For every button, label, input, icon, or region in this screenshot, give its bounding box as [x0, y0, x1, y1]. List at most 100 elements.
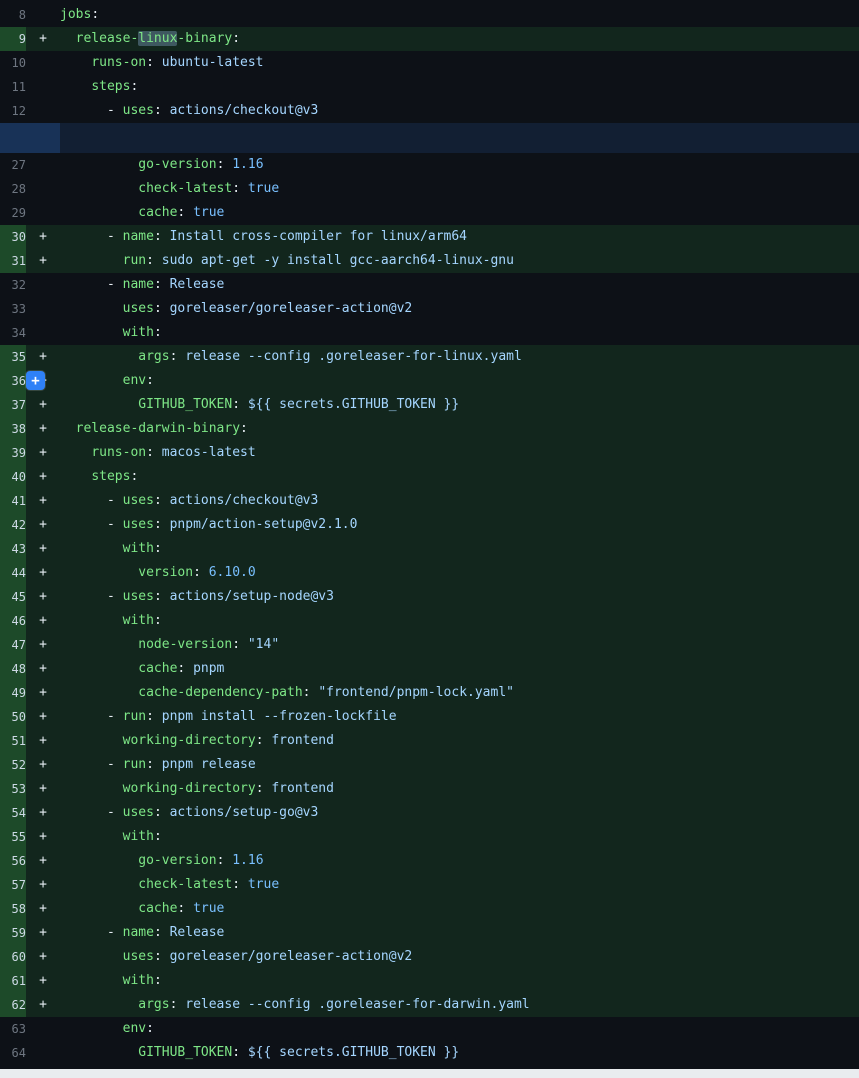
- code-token: [60, 949, 123, 964]
- code-token: :: [256, 781, 272, 796]
- code-token: :: [232, 877, 248, 892]
- line-number[interactable]: 57: [0, 873, 26, 897]
- line-number[interactable]: 61: [0, 969, 26, 993]
- diff-line: 57+ check-latest: true: [0, 873, 859, 897]
- code-token: go-version: [138, 853, 216, 868]
- code-token: :: [154, 325, 162, 340]
- line-number[interactable]: 42: [0, 513, 26, 537]
- diff-line: 45+ - uses: actions/setup-node@v3: [0, 585, 859, 609]
- code-line: run: sudo apt-get -y install gcc-aarch64…: [60, 249, 859, 273]
- code-token: working-directory: [123, 781, 256, 796]
- code-line: with:: [60, 609, 859, 633]
- code-token: [60, 853, 138, 868]
- diff-line: 27 go-version: 1.16: [0, 153, 859, 177]
- code-token: 6.10.0: [209, 565, 256, 580]
- line-number[interactable]: 62: [0, 993, 26, 1017]
- diff-marker: +: [26, 27, 60, 51]
- line-number[interactable]: 48: [0, 657, 26, 681]
- line-number[interactable]: 32: [0, 273, 26, 297]
- code-token: :: [146, 709, 162, 724]
- line-number[interactable]: 52: [0, 753, 26, 777]
- line-number[interactable]: 8: [0, 3, 26, 27]
- code-token: -: [60, 757, 123, 772]
- line-number[interactable]: 12: [0, 99, 26, 123]
- line-number[interactable]: 27: [0, 153, 26, 177]
- code-token: :: [154, 517, 170, 532]
- code-token: :: [232, 1045, 248, 1060]
- code-token: :: [154, 589, 170, 604]
- code-token: [60, 325, 123, 340]
- code-token: [60, 79, 91, 94]
- code-token: args: [138, 997, 169, 1012]
- line-number[interactable]: 38: [0, 417, 26, 441]
- line-number[interactable]: 49: [0, 681, 26, 705]
- code-line: release-darwin-binary:: [60, 417, 859, 441]
- code-line: cache-dependency-path: "frontend/pnpm-lo…: [60, 681, 859, 705]
- diff-marker: +: [26, 345, 60, 369]
- line-number[interactable]: 28: [0, 177, 26, 201]
- line-number[interactable]: 56: [0, 849, 26, 873]
- diff-marker: [26, 177, 60, 201]
- line-number[interactable]: 41: [0, 489, 26, 513]
- code-token: cache: [138, 901, 177, 916]
- code-token: -: [60, 229, 123, 244]
- diff-line: 44+ version: 6.10.0: [0, 561, 859, 585]
- line-number[interactable]: 53: [0, 777, 26, 801]
- diff-line: 32 - name: Release: [0, 273, 859, 297]
- line-number[interactable]: 36: [0, 369, 26, 393]
- expand-diff-button[interactable]: [0, 123, 60, 153]
- line-number[interactable]: 64: [0, 1041, 26, 1065]
- code-line: - name: Release: [60, 921, 859, 945]
- diff-line: 36+ env:+: [0, 369, 859, 393]
- line-number[interactable]: 9: [0, 27, 26, 51]
- page-below-diff: [0, 1069, 859, 1078]
- code-token: pnpm: [193, 661, 224, 676]
- line-number[interactable]: 37: [0, 393, 26, 417]
- selected-text: linux: [138, 31, 177, 46]
- line-number[interactable]: 29: [0, 201, 26, 225]
- line-number[interactable]: 46: [0, 609, 26, 633]
- code-line: args: release --config .goreleaser-for-l…: [60, 345, 859, 369]
- line-number[interactable]: 47: [0, 633, 26, 657]
- diff-line: 52+ - run: pnpm release: [0, 753, 859, 777]
- code-token: [60, 637, 138, 652]
- code-token: [60, 373, 123, 388]
- line-number[interactable]: 59: [0, 921, 26, 945]
- code-token: true: [248, 877, 279, 892]
- add-comment-button[interactable]: +: [26, 371, 45, 390]
- code-token: -binary: [177, 31, 232, 46]
- line-number[interactable]: 51: [0, 729, 26, 753]
- line-number[interactable]: 50: [0, 705, 26, 729]
- line-number[interactable]: 11: [0, 75, 26, 99]
- line-number[interactable]: 44: [0, 561, 26, 585]
- code-line: - run: pnpm release: [60, 753, 859, 777]
- diff-marker: [26, 201, 60, 225]
- line-number[interactable]: 10: [0, 51, 26, 75]
- line-number[interactable]: 35: [0, 345, 26, 369]
- line-number[interactable]: 43: [0, 537, 26, 561]
- line-number[interactable]: 40: [0, 465, 26, 489]
- code-token: check-latest: [138, 877, 232, 892]
- line-number[interactable]: 30: [0, 225, 26, 249]
- diff-marker: +: [26, 753, 60, 777]
- line-number[interactable]: 34: [0, 321, 26, 345]
- code-token: [60, 157, 138, 172]
- line-number[interactable]: 58: [0, 897, 26, 921]
- code-line: - uses: actions/checkout@v3: [60, 489, 859, 513]
- code-token: :: [146, 445, 162, 460]
- code-line: - name: Release: [60, 273, 859, 297]
- code-token: GITHUB_TOKEN: [138, 1045, 232, 1060]
- line-number[interactable]: 60: [0, 945, 26, 969]
- line-number[interactable]: 54: [0, 801, 26, 825]
- line-number[interactable]: 33: [0, 297, 26, 321]
- diff-marker: +: [26, 801, 60, 825]
- code-token: env: [123, 1021, 146, 1036]
- diff-line: 62+ args: release --config .goreleaser-f…: [0, 993, 859, 1017]
- diff-marker: +: [26, 657, 60, 681]
- line-number[interactable]: 63: [0, 1017, 26, 1041]
- line-number[interactable]: 31: [0, 249, 26, 273]
- line-number[interactable]: 45: [0, 585, 26, 609]
- line-number[interactable]: 55: [0, 825, 26, 849]
- line-number[interactable]: 39: [0, 441, 26, 465]
- diff-line: 55+ with:: [0, 825, 859, 849]
